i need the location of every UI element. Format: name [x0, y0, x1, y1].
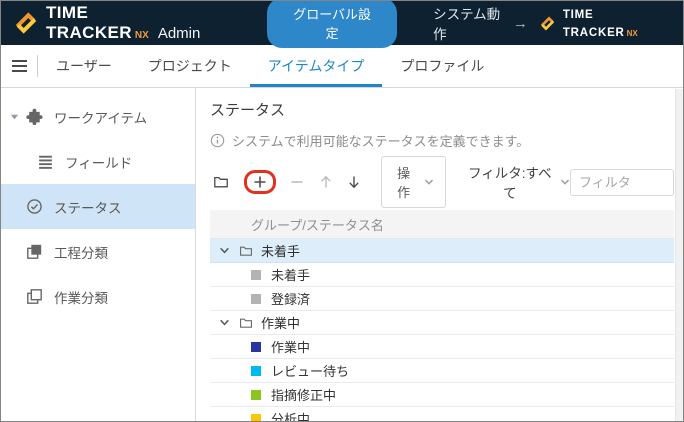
users-tab[interactable]: ユーザー: [38, 45, 130, 87]
sidebar-item-label: 作業分類: [54, 290, 108, 306]
group-row[interactable]: 作業中: [210, 311, 674, 335]
page-title: ステータス: [210, 102, 286, 119]
item-types-tab[interactable]: アイテムタイプ: [250, 45, 383, 87]
brand-name: TIME TRACKER: [562, 9, 625, 39]
app-window: TIME TRACKER NX Admin グローバル設定 システム動作 → TIM…: [0, 0, 684, 422]
move-up-button[interactable]: [319, 174, 334, 190]
chevron-down-icon: [560, 177, 570, 187]
arrow-right-icon: →: [512, 14, 528, 32]
app-header: TIME TRACKER NX Admin グローバル設定 システム動作 → TIM…: [1, 1, 683, 48]
row-label: 作業中: [271, 340, 311, 355]
work-item-sidebar-item[interactable]: ワークアイテム: [1, 94, 195, 139]
add-button[interactable]: [247, 173, 273, 191]
info-text: システムで利用可能なステータスを定義できます。: [232, 134, 530, 149]
collapse-caret-icon[interactable]: [6, 112, 22, 121]
group-button[interactable]: [213, 174, 229, 190]
row-label: 未着手: [261, 244, 301, 259]
row-label: 登録済: [271, 292, 311, 307]
status-color-chip: [251, 341, 261, 352]
group-row[interactable]: 未着手: [210, 239, 674, 263]
status-table: グループ/ステータス名 未着手 未着手 登録済 作業中 作業中 レビュー待ち 指…: [210, 210, 674, 422]
chevron-down-icon[interactable]: [219, 245, 233, 256]
toolbar: 操作 フィルタ:すべて: [210, 156, 674, 208]
info-banner: システムで利用可能なステータスを定義できます。: [210, 131, 674, 150]
brand-nx: NX: [134, 30, 149, 41]
plus-icon: [253, 175, 267, 189]
status-row[interactable]: 作業中: [210, 335, 674, 359]
filter-input[interactable]: [570, 168, 674, 196]
status-row[interactable]: 登録済: [210, 287, 674, 311]
projects-tab[interactable]: プロジェクト: [130, 45, 250, 87]
folder-icon: [239, 316, 253, 330]
operation-dropdown-label: 操作: [397, 166, 411, 200]
info-icon: [210, 133, 225, 148]
row-label: 分析中: [271, 412, 311, 422]
chevron-down-icon: [424, 177, 434, 187]
tab-label: プロジェクト: [147, 58, 232, 74]
row-label: 未着手: [271, 268, 311, 283]
timetracker-logo-icon: [539, 15, 556, 32]
status-row[interactable]: 分析中: [210, 407, 674, 422]
timetracker-logo-icon: [13, 10, 39, 36]
status-row[interactable]: 未着手: [210, 263, 674, 287]
status-sidebar-item[interactable]: ステータス: [1, 184, 195, 229]
vertical-scrollbar[interactable]: [675, 89, 683, 421]
sidebar: ワークアイテム フィールド ステータス 工程分類 作業分類: [1, 88, 196, 421]
brand-right-link[interactable]: TIME TRACKER NX: [539, 5, 671, 41]
layers-filled-icon: [25, 243, 43, 261]
folder-icon: [213, 174, 229, 190]
check-circle-icon: [25, 198, 43, 216]
sidebar-item-label: ワークアイテム: [54, 110, 148, 126]
brand-text: TIME TRACKER NX: [563, 5, 671, 41]
main-content: ステータス システムで利用可能なステータスを定義できます。 操作 フィルタ:すべ…: [196, 88, 683, 421]
tab-label: ユーザー: [56, 58, 112, 74]
tab-label: プロファイル: [400, 58, 485, 74]
status-row[interactable]: 指摘修正中: [210, 383, 674, 407]
hamburger-menu-button[interactable]: [1, 45, 37, 87]
column-header: グループ/ステータス名: [251, 217, 384, 233]
puzzle-icon: [25, 108, 43, 126]
arrow-down-icon: [347, 175, 361, 189]
arrow-up-icon: [319, 175, 333, 189]
row-label: レビュー待ち: [271, 364, 350, 379]
table-header-row: グループ/ステータス名: [210, 210, 674, 239]
list-icon: [36, 153, 54, 171]
hamburger-icon: [11, 60, 27, 72]
brand-left: TIME TRACKER NX Admin: [13, 3, 245, 43]
sidebar-item-label: フィールド: [65, 155, 133, 171]
status-color-chip: [251, 365, 261, 376]
chevron-down-icon[interactable]: [219, 317, 233, 328]
task-category-sidebar-item[interactable]: 作業分類: [1, 274, 195, 319]
filter-dropdown-label: フィルタ:すべて: [468, 166, 552, 201]
main-tab-bar: ユーザー プロジェクト アイテムタイプ プロファイル: [1, 45, 683, 88]
process-category-sidebar-item[interactable]: 工程分類: [1, 229, 195, 274]
row-label: 指摘修正中: [271, 388, 337, 403]
body-row: ワークアイテム フィールド ステータス 工程分類 作業分類 ステータス システム…: [1, 88, 683, 421]
profiles-tab[interactable]: プロファイル: [382, 45, 502, 87]
brand-admin: Admin: [157, 25, 201, 42]
tab-label: アイテムタイプ: [267, 58, 365, 74]
brand-text: TIME TRACKER NX Admin: [46, 3, 245, 43]
brand-name: TIME TRACKER: [46, 3, 132, 42]
status-color-chip: [251, 389, 261, 400]
move-down-button[interactable]: [347, 174, 362, 190]
sidebar-item-label: ステータス: [54, 200, 122, 216]
filter-dropdown[interactable]: フィルタ:すべて: [467, 162, 570, 202]
global-settings-button[interactable]: グローバル設定: [267, 1, 398, 48]
sidebar-item-label: 工程分類: [54, 245, 108, 261]
status-color-chip: [251, 269, 261, 280]
operation-dropdown[interactable]: 操作: [380, 156, 446, 208]
row-label: 作業中: [261, 316, 301, 331]
status-row[interactable]: レビュー待ち: [210, 359, 674, 383]
folder-icon: [239, 244, 253, 258]
minus-icon: [290, 175, 304, 189]
status-color-chip: [251, 413, 261, 421]
brand-nx: NX: [626, 29, 638, 38]
field-sidebar-item[interactable]: フィールド: [1, 139, 195, 184]
remove-button[interactable]: [290, 174, 305, 190]
layers-outline-icon: [25, 288, 43, 306]
status-color-chip: [251, 293, 261, 304]
system-behavior-menu[interactable]: システム動作: [433, 3, 513, 43]
